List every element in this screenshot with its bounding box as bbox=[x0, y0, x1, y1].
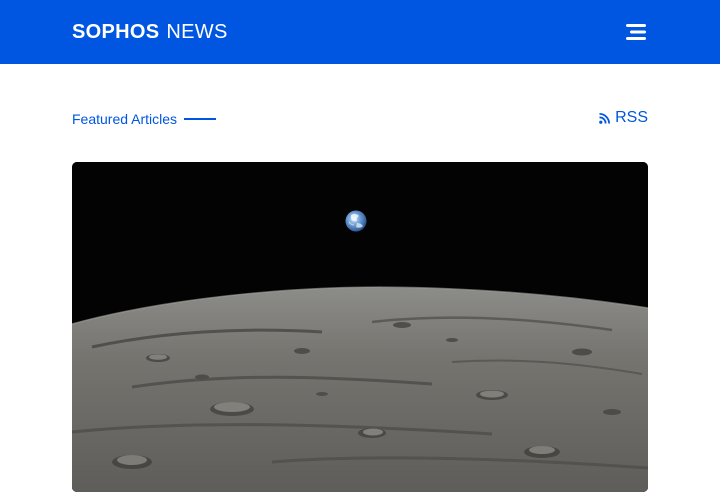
site-header: SOPHOS NEWS bbox=[0, 0, 720, 64]
featured-articles-label: Featured Articles bbox=[72, 111, 178, 127]
hamburger-menu-icon bbox=[626, 24, 646, 40]
featured-article-image[interactable] bbox=[72, 162, 648, 492]
sophos-news-logo[interactable]: SOPHOS NEWS bbox=[72, 21, 228, 43]
rss-label: RSS bbox=[615, 109, 648, 126]
menu-button[interactable] bbox=[624, 22, 648, 42]
earth-globe bbox=[345, 210, 367, 232]
logo-product-text: NEWS bbox=[166, 21, 228, 43]
heading-underline-divider bbox=[184, 118, 217, 120]
lunar-surface bbox=[72, 286, 648, 492]
featured-section-header: Featured Articles RSS bbox=[72, 108, 648, 132]
earthrise-image bbox=[72, 162, 648, 492]
logo-brand-text: SOPHOS bbox=[72, 21, 160, 43]
featured-articles-heading: Featured Articles bbox=[72, 111, 217, 127]
rss-link[interactable]: RSS bbox=[599, 109, 648, 127]
rss-icon bbox=[599, 112, 611, 124]
